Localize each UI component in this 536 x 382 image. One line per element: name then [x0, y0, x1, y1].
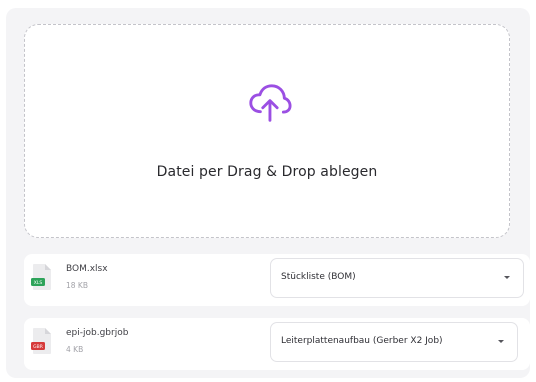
chevron-down-icon — [504, 276, 510, 279]
upload-panel: Datei per Drag & Drop ablegen XLS BOM.xl… — [6, 8, 530, 378]
dropzone-label: Datei per Drag & Drop ablegen — [156, 164, 378, 180]
file-name: BOM.xlsx — [66, 264, 108, 274]
file-type-select[interactable]: Stückliste (BOM) — [270, 258, 524, 298]
chevron-down-icon — [498, 340, 504, 343]
file-dropzone[interactable]: Datei per Drag & Drop ablegen — [24, 24, 510, 238]
file-size: 4 KB — [66, 345, 84, 354]
gerber-file-icon: GBR — [31, 328, 51, 354]
file-type-select[interactable]: Leiterplattenaufbau (Gerber X2 Job) — [270, 322, 518, 362]
file-type-value: Leiterplattenaufbau (Gerber X2 Job) — [281, 336, 443, 346]
file-name: epi-job.gbrjob — [66, 328, 129, 338]
file-badge: XLS — [34, 280, 43, 286]
file-type-value: Stückliste (BOM) — [281, 272, 356, 282]
file-row-bom: XLS BOM.xlsx 18 KB Stückliste (BOM) — [24, 254, 530, 306]
excel-file-icon: XLS — [31, 264, 51, 290]
cloud-upload-icon — [249, 84, 292, 122]
file-badge: GBR — [33, 344, 43, 350]
file-row-gerber: GBR epi-job.gbrjob 4 KB Leiterplattenauf… — [24, 318, 530, 370]
file-size: 18 KB — [66, 281, 88, 290]
